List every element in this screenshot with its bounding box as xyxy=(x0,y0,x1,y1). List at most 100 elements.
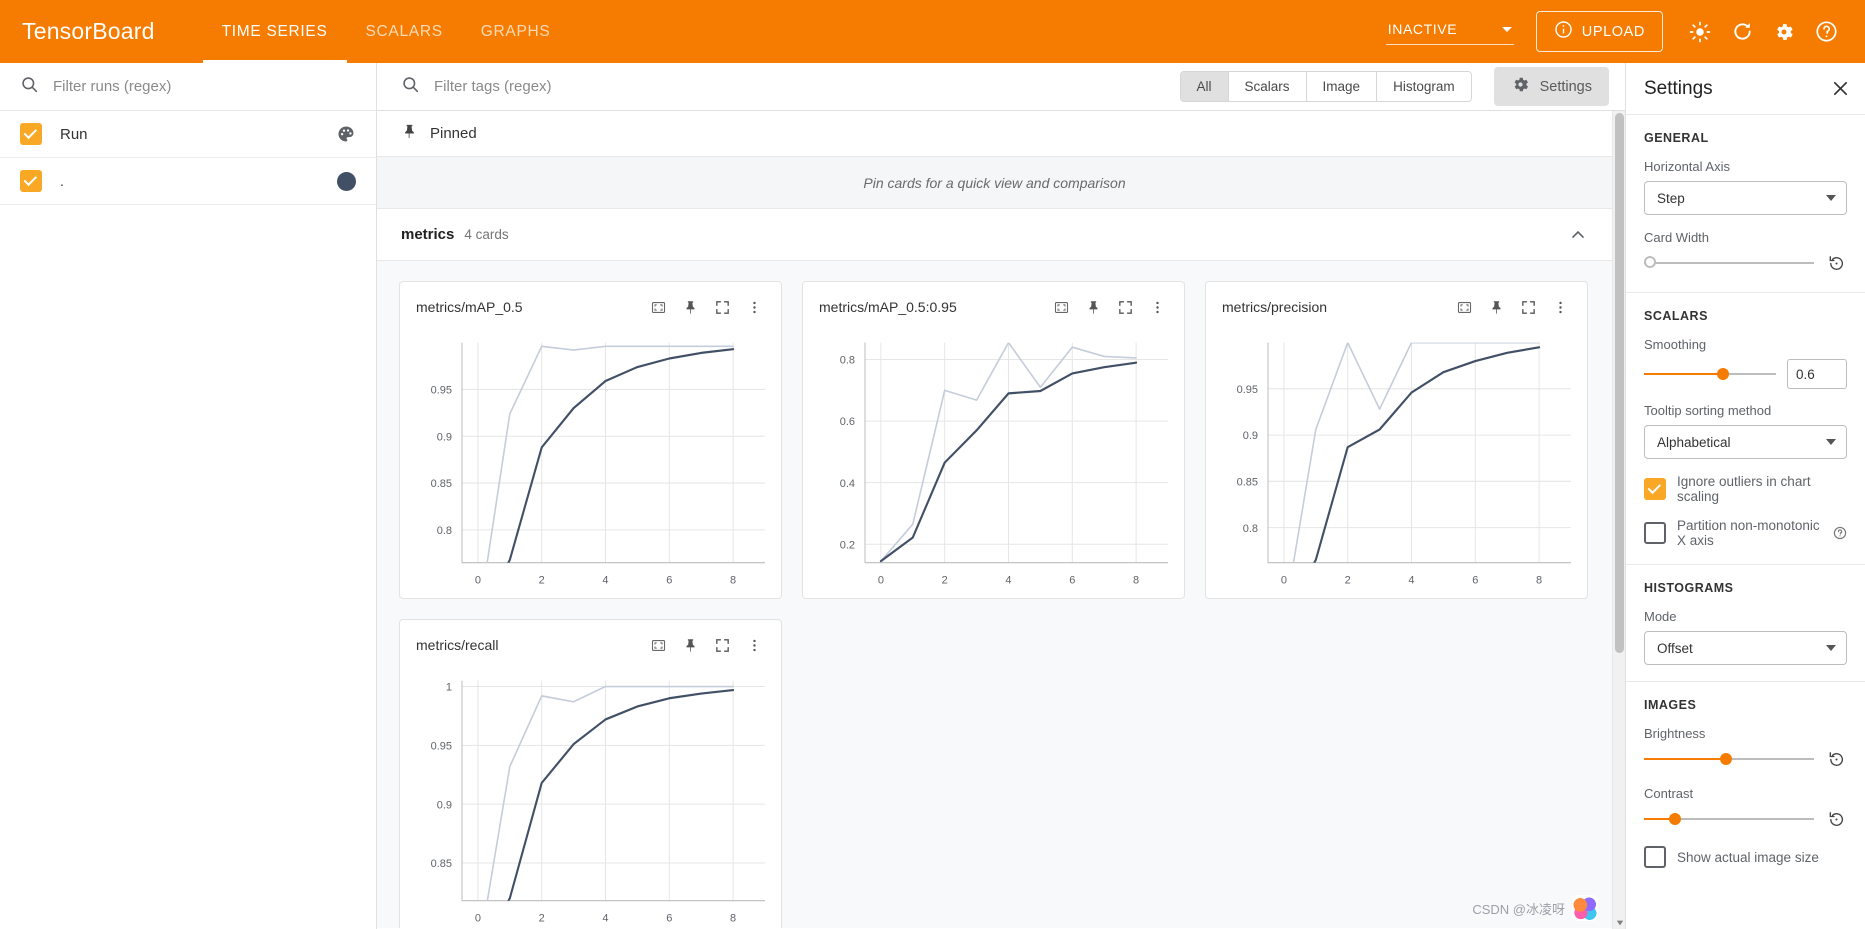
pinned-label: Pinned xyxy=(430,125,477,142)
slider-track xyxy=(1644,262,1814,264)
chart-plot-area[interactable]: 0.8 0.85 0.9 0.95 0 2 4 6 8 xyxy=(1206,326,1587,598)
data-table-icon[interactable] xyxy=(1048,294,1074,320)
more-vert-icon[interactable] xyxy=(741,294,767,320)
images-section-title: IMAGES xyxy=(1644,698,1697,712)
chart-card-header: metrics/precision xyxy=(1206,282,1587,326)
chart-plot-area[interactable]: 0.85 0.9 0.95 1 0 2 4 6 8 xyxy=(400,664,781,928)
slider-knob[interactable] xyxy=(1668,813,1681,825)
svg-text:0.95: 0.95 xyxy=(431,740,452,752)
pin-icon[interactable] xyxy=(1483,294,1509,320)
chevron-down-icon xyxy=(1501,26,1512,32)
settings-panel: Settings GENERAL Horizontal Axis Step Ca… xyxy=(1625,63,1865,929)
run-checkbox[interactable] xyxy=(20,170,42,192)
tooltip-sort-select[interactable]: Alphabetical xyxy=(1644,425,1847,459)
svg-text:0.4: 0.4 xyxy=(840,478,855,490)
settings-histograms-section: HISTOGRAMS Mode Offset xyxy=(1626,565,1865,682)
slider-knob[interactable] xyxy=(1644,256,1656,268)
tags-filter-input[interactable] xyxy=(434,78,1164,95)
svg-text:0.85: 0.85 xyxy=(431,478,452,490)
run-item[interactable]: . xyxy=(0,158,376,205)
horizontal-axis-label: Horizontal Axis xyxy=(1644,159,1730,174)
slider-knob[interactable] xyxy=(1719,753,1732,765)
brightness-slider[interactable] xyxy=(1644,751,1814,767)
chart-card: metrics/recall 0.85 0.9 0.95 1 0 2 4 6 8 xyxy=(399,619,782,928)
help-icon[interactable] xyxy=(1805,11,1847,53)
run-color-dot[interactable] xyxy=(337,171,356,191)
chart-card-title: metrics/mAP_0.5:0.95 xyxy=(819,299,957,315)
chart-plot-area[interactable]: 0.8 0.85 0.9 0.95 0 2 4 6 8 xyxy=(400,326,781,598)
histogram-mode-select[interactable]: Offset xyxy=(1644,631,1847,665)
settings-button-label: Settings xyxy=(1539,78,1592,95)
contrast-slider[interactable] xyxy=(1644,811,1814,827)
close-icon[interactable] xyxy=(1830,78,1851,99)
svg-text:0.9: 0.9 xyxy=(1243,430,1258,442)
data-table-icon[interactable] xyxy=(645,294,671,320)
plugin-filter-toggle-group: All Scalars Image Histogram xyxy=(1179,71,1472,102)
slider-knob[interactable] xyxy=(1717,368,1730,380)
select-all-runs-checkbox[interactable] xyxy=(20,123,42,145)
fullscreen-icon[interactable] xyxy=(1515,294,1541,320)
toggle-all[interactable]: All xyxy=(1180,72,1229,101)
chart-card-title: metrics/mAP_0.5 xyxy=(416,299,523,315)
fullscreen-icon[interactable] xyxy=(709,294,735,320)
settings-toggle-button[interactable]: Settings xyxy=(1493,67,1609,106)
ignore-outliers-row[interactable]: Ignore outliers in chart scaling xyxy=(1644,474,1847,504)
svg-text:1: 1 xyxy=(446,682,452,694)
histogram-mode-label: Mode xyxy=(1644,609,1677,624)
smoothing-value-input[interactable]: 0.6 xyxy=(1787,359,1847,389)
toggle-histogram[interactable]: Histogram xyxy=(1377,72,1471,101)
toggle-image[interactable]: Image xyxy=(1306,72,1378,101)
svg-text:0.95: 0.95 xyxy=(1237,384,1258,396)
more-vert-icon[interactable] xyxy=(1547,294,1573,320)
data-table-icon[interactable] xyxy=(645,632,671,658)
refresh-icon[interactable] xyxy=(1721,11,1763,53)
partition-x-axis-checkbox[interactable] xyxy=(1644,522,1666,544)
pin-icon[interactable] xyxy=(677,632,703,658)
partition-x-axis-row[interactable]: Partition non-monotonic X axis xyxy=(1644,518,1847,548)
chevron-up-icon[interactable] xyxy=(1568,225,1588,245)
toggle-scalars[interactable]: Scalars xyxy=(1228,72,1307,101)
svg-text:2: 2 xyxy=(539,912,545,924)
scrollbar-thumb[interactable] xyxy=(1615,113,1624,653)
vertical-scrollbar[interactable] xyxy=(1612,111,1625,929)
fullscreen-icon[interactable] xyxy=(709,632,735,658)
metrics-group-header[interactable]: metrics 4 cards xyxy=(377,209,1612,261)
chart-card-header: metrics/mAP_0.5 xyxy=(400,282,781,326)
horizontal-axis-value: Step xyxy=(1657,190,1685,206)
tab-scalars[interactable]: SCALARS xyxy=(347,0,462,63)
brightness-icon[interactable] xyxy=(1679,11,1721,53)
help-circle-icon[interactable] xyxy=(1833,526,1847,540)
smoothing-slider[interactable] xyxy=(1644,366,1776,382)
horizontal-axis-select[interactable]: Step xyxy=(1644,181,1847,215)
settings-gear-icon[interactable] xyxy=(1763,11,1805,53)
chevron-down-icon xyxy=(1826,645,1836,651)
scroll-down-arrow[interactable] xyxy=(1613,916,1626,929)
more-vert-icon[interactable] xyxy=(1144,294,1170,320)
chart-plot-area[interactable]: 0.2 0.4 0.6 0.8 0 2 4 6 8 xyxy=(803,326,1184,598)
more-vert-icon[interactable] xyxy=(741,632,767,658)
contrast-slider-row xyxy=(1644,808,1847,830)
color-palette-icon[interactable] xyxy=(336,124,356,144)
chart-card-title: metrics/recall xyxy=(416,637,499,653)
card-width-slider[interactable] xyxy=(1644,255,1814,271)
svg-text:8: 8 xyxy=(1536,574,1542,586)
tooltip-sort-label: Tooltip sorting method xyxy=(1644,403,1772,418)
group-name: metrics xyxy=(401,226,455,243)
runs-filter-input[interactable] xyxy=(53,78,356,95)
show-actual-size-checkbox[interactable] xyxy=(1644,846,1666,868)
reload-status-select[interactable]: INACTIVE xyxy=(1385,18,1514,45)
pin-icon[interactable] xyxy=(677,294,703,320)
ignore-outliers-checkbox[interactable] xyxy=(1644,478,1666,500)
data-table-icon[interactable] xyxy=(1451,294,1477,320)
restore-icon[interactable] xyxy=(1825,748,1847,770)
tab-time-series[interactable]: TIME SERIES xyxy=(202,0,347,63)
show-actual-size-row[interactable]: Show actual image size xyxy=(1644,846,1847,868)
svg-text:0: 0 xyxy=(475,574,481,586)
runs-filter-bar xyxy=(0,63,376,111)
fullscreen-icon[interactable] xyxy=(1112,294,1138,320)
restore-icon[interactable] xyxy=(1825,252,1847,274)
tab-graphs[interactable]: GRAPHS xyxy=(462,0,570,63)
restore-icon[interactable] xyxy=(1825,808,1847,830)
upload-button[interactable]: UPLOAD xyxy=(1535,11,1663,52)
pin-icon[interactable] xyxy=(1080,294,1106,320)
